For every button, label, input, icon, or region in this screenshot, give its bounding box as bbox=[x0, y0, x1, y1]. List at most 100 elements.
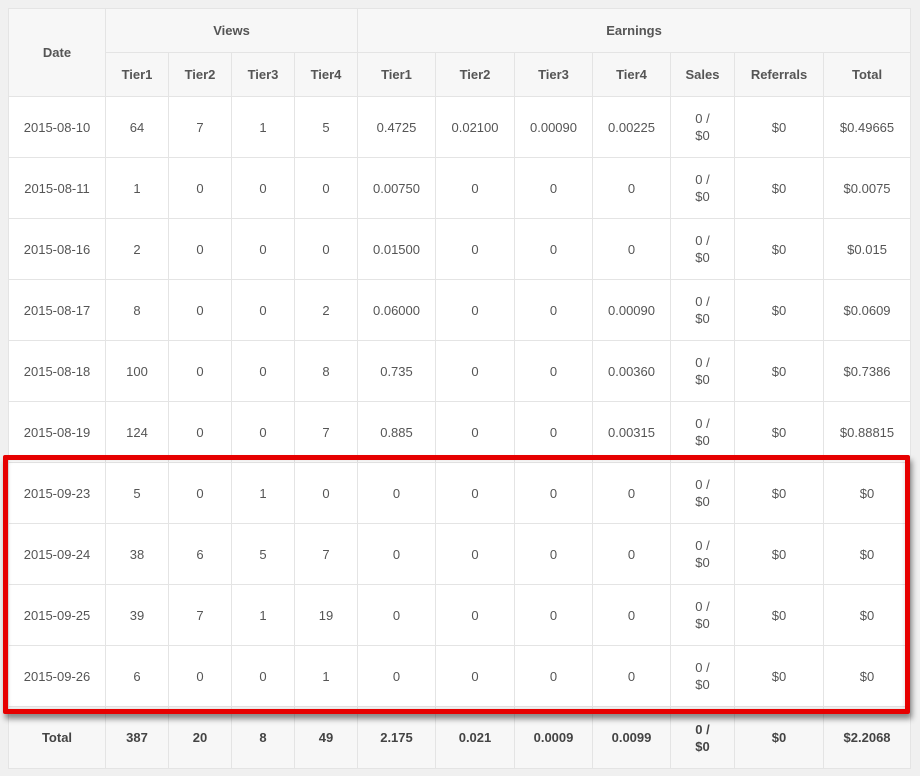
row-referrals: $0 bbox=[734, 96, 824, 158]
row-views-tier1: 39 bbox=[105, 584, 169, 646]
row-sales: 0 /$0 bbox=[670, 279, 735, 341]
row-earnings-tier1: 0.885 bbox=[357, 401, 436, 463]
row-sales-amount: $0 bbox=[695, 555, 710, 570]
row-views-tier4: 0 bbox=[294, 157, 358, 219]
header-earnings-tier1: Tier1 bbox=[357, 52, 436, 97]
row-views-tier2: 0 bbox=[168, 218, 232, 280]
header-earnings-tier3: Tier3 bbox=[514, 52, 593, 97]
row-views-tier3: 5 bbox=[231, 523, 295, 585]
row-views-tier3: 0 bbox=[231, 279, 295, 341]
totals-label: Total bbox=[8, 706, 106, 769]
totals-sales: 0 /$0 bbox=[670, 706, 735, 769]
row-views-tier4: 5 bbox=[294, 96, 358, 158]
row-referrals: $0 bbox=[734, 462, 824, 524]
row-sales-amount: $0 bbox=[695, 677, 710, 692]
row-sales-count: 0 / bbox=[695, 172, 710, 187]
row-earnings-tier2: 0 bbox=[435, 645, 515, 707]
row-earnings-tier3: 0 bbox=[514, 157, 593, 219]
header-total: Total bbox=[822, 52, 912, 97]
row-views-tier4: 7 bbox=[294, 401, 358, 463]
row-views-tier3: 0 bbox=[231, 340, 295, 402]
row-earnings-tier2: 0 bbox=[435, 462, 515, 524]
row-earnings-tier1: 0.01500 bbox=[357, 218, 436, 280]
row-views-tier2: 0 bbox=[168, 340, 232, 402]
row-total: $0.49665 bbox=[822, 96, 912, 158]
row-total: $0 bbox=[822, 584, 912, 646]
row-views-tier4: 1 bbox=[294, 645, 358, 707]
row-sales: 0 /$0 bbox=[670, 96, 735, 158]
stats-table: Date Views Earnings Tier1 Tier2 Tier3 Ti… bbox=[8, 8, 912, 769]
totals-views-tier3: 8 bbox=[231, 706, 295, 769]
row-earnings-tier4: 0 bbox=[592, 645, 671, 707]
row-earnings-tier3: 0 bbox=[514, 523, 593, 585]
row-views-tier4: 19 bbox=[294, 584, 358, 646]
row-sales: 0 /$0 bbox=[670, 157, 735, 219]
row-earnings-tier4: 0 bbox=[592, 462, 671, 524]
row-views-tier1: 8 bbox=[105, 279, 169, 341]
row-total: $0 bbox=[822, 462, 912, 524]
row-views-tier2: 7 bbox=[168, 584, 232, 646]
row-views-tier3: 1 bbox=[231, 584, 295, 646]
totals-views-tier4: 49 bbox=[294, 706, 358, 769]
table-row: 2015-08-17 8 0 0 2 0.06000 0 0 0.00090 0 /$0 $0 $0.… bbox=[8, 279, 912, 341]
row-earnings-tier4: 0.00315 bbox=[592, 401, 671, 463]
row-earnings-tier4: 0 bbox=[592, 523, 671, 585]
row-referrals: $0 bbox=[734, 401, 824, 463]
row-views-tier4: 8 bbox=[294, 340, 358, 402]
row-earnings-tier2: 0 bbox=[435, 279, 515, 341]
row-total: $0.88815 bbox=[822, 401, 912, 463]
row-views-tier4: 2 bbox=[294, 279, 358, 341]
row-total: $0 bbox=[822, 645, 912, 707]
table-row: 2015-09-25 39 7 1 19 0 0 0 0 0 /$0 $0 $0 bbox=[8, 584, 912, 646]
row-views-tier2: 0 bbox=[168, 645, 232, 707]
table-row: 2015-08-18 100 0 0 8 0.735 0 0 0.00360 0 /$0 $0 $0.… bbox=[8, 340, 912, 402]
row-views-tier4: 0 bbox=[294, 462, 358, 524]
row-earnings-tier1: 0.4725 bbox=[357, 96, 436, 158]
totals-earnings-tier2: 0.021 bbox=[435, 706, 515, 769]
header-referrals: Referrals bbox=[734, 52, 824, 97]
row-earnings-tier3: 0 bbox=[514, 462, 593, 524]
row-date: 2015-09-23 bbox=[8, 462, 106, 524]
row-date: 2015-09-24 bbox=[8, 523, 106, 585]
row-earnings-tier3: 0 bbox=[514, 584, 593, 646]
row-earnings-tier2: 0 bbox=[435, 218, 515, 280]
row-sales-amount: $0 bbox=[695, 128, 710, 143]
row-views-tier2: 7 bbox=[168, 96, 232, 158]
row-earnings-tier2: 0 bbox=[435, 523, 515, 585]
totals-referrals: $0 bbox=[734, 706, 824, 769]
totals-sales-amount: $0 bbox=[695, 738, 710, 754]
row-date: 2015-08-18 bbox=[8, 340, 106, 402]
row-sales-count: 0 / bbox=[695, 660, 710, 675]
header-views-tier4: Tier4 bbox=[294, 52, 358, 97]
table-row: 2015-09-23 5 0 1 0 0 0 0 0 0 /$0 $0 $0 bbox=[8, 462, 912, 524]
row-earnings-tier2: 0 bbox=[435, 584, 515, 646]
row-sales-amount: $0 bbox=[695, 372, 710, 387]
header-date: Date bbox=[8, 8, 106, 97]
row-earnings-tier4: 0.00360 bbox=[592, 340, 671, 402]
row-sales-count: 0 / bbox=[695, 477, 710, 492]
row-total: $0.015 bbox=[822, 218, 912, 280]
row-earnings-tier2: 0 bbox=[435, 401, 515, 463]
row-earnings-tier1: 0 bbox=[357, 523, 436, 585]
header-sub-row: Tier1 Tier2 Tier3 Tier4 Tier1 Tier2 Tier… bbox=[9, 52, 912, 97]
row-sales-count: 0 / bbox=[695, 355, 710, 370]
row-sales-count: 0 / bbox=[695, 538, 710, 553]
row-referrals: $0 bbox=[734, 157, 824, 219]
row-referrals: $0 bbox=[734, 584, 824, 646]
row-earnings-tier1: 0.00750 bbox=[357, 157, 436, 219]
row-total: $0.0075 bbox=[822, 157, 912, 219]
page: Date Views Earnings Tier1 Tier2 Tier3 Ti… bbox=[0, 0, 920, 776]
table-row: 2015-09-26 6 0 0 1 0 0 0 0 0 /$0 $0 $0 bbox=[8, 645, 912, 707]
row-views-tier4: 0 bbox=[294, 218, 358, 280]
row-earnings-tier4: 0.00090 bbox=[592, 279, 671, 341]
row-earnings-tier3: 0 bbox=[514, 401, 593, 463]
row-earnings-tier1: 0 bbox=[357, 584, 436, 646]
row-earnings-tier1: 0 bbox=[357, 645, 436, 707]
table-row: 2015-09-24 38 6 5 7 0 0 0 0 0 /$0 $0 $0 bbox=[8, 523, 912, 585]
totals-earnings-tier4: 0.0099 bbox=[592, 706, 671, 769]
row-date: 2015-09-25 bbox=[8, 584, 106, 646]
row-sales-amount: $0 bbox=[695, 311, 710, 326]
row-referrals: $0 bbox=[734, 340, 824, 402]
row-sales: 0 /$0 bbox=[670, 401, 735, 463]
header-views-tier3: Tier3 bbox=[231, 52, 295, 97]
